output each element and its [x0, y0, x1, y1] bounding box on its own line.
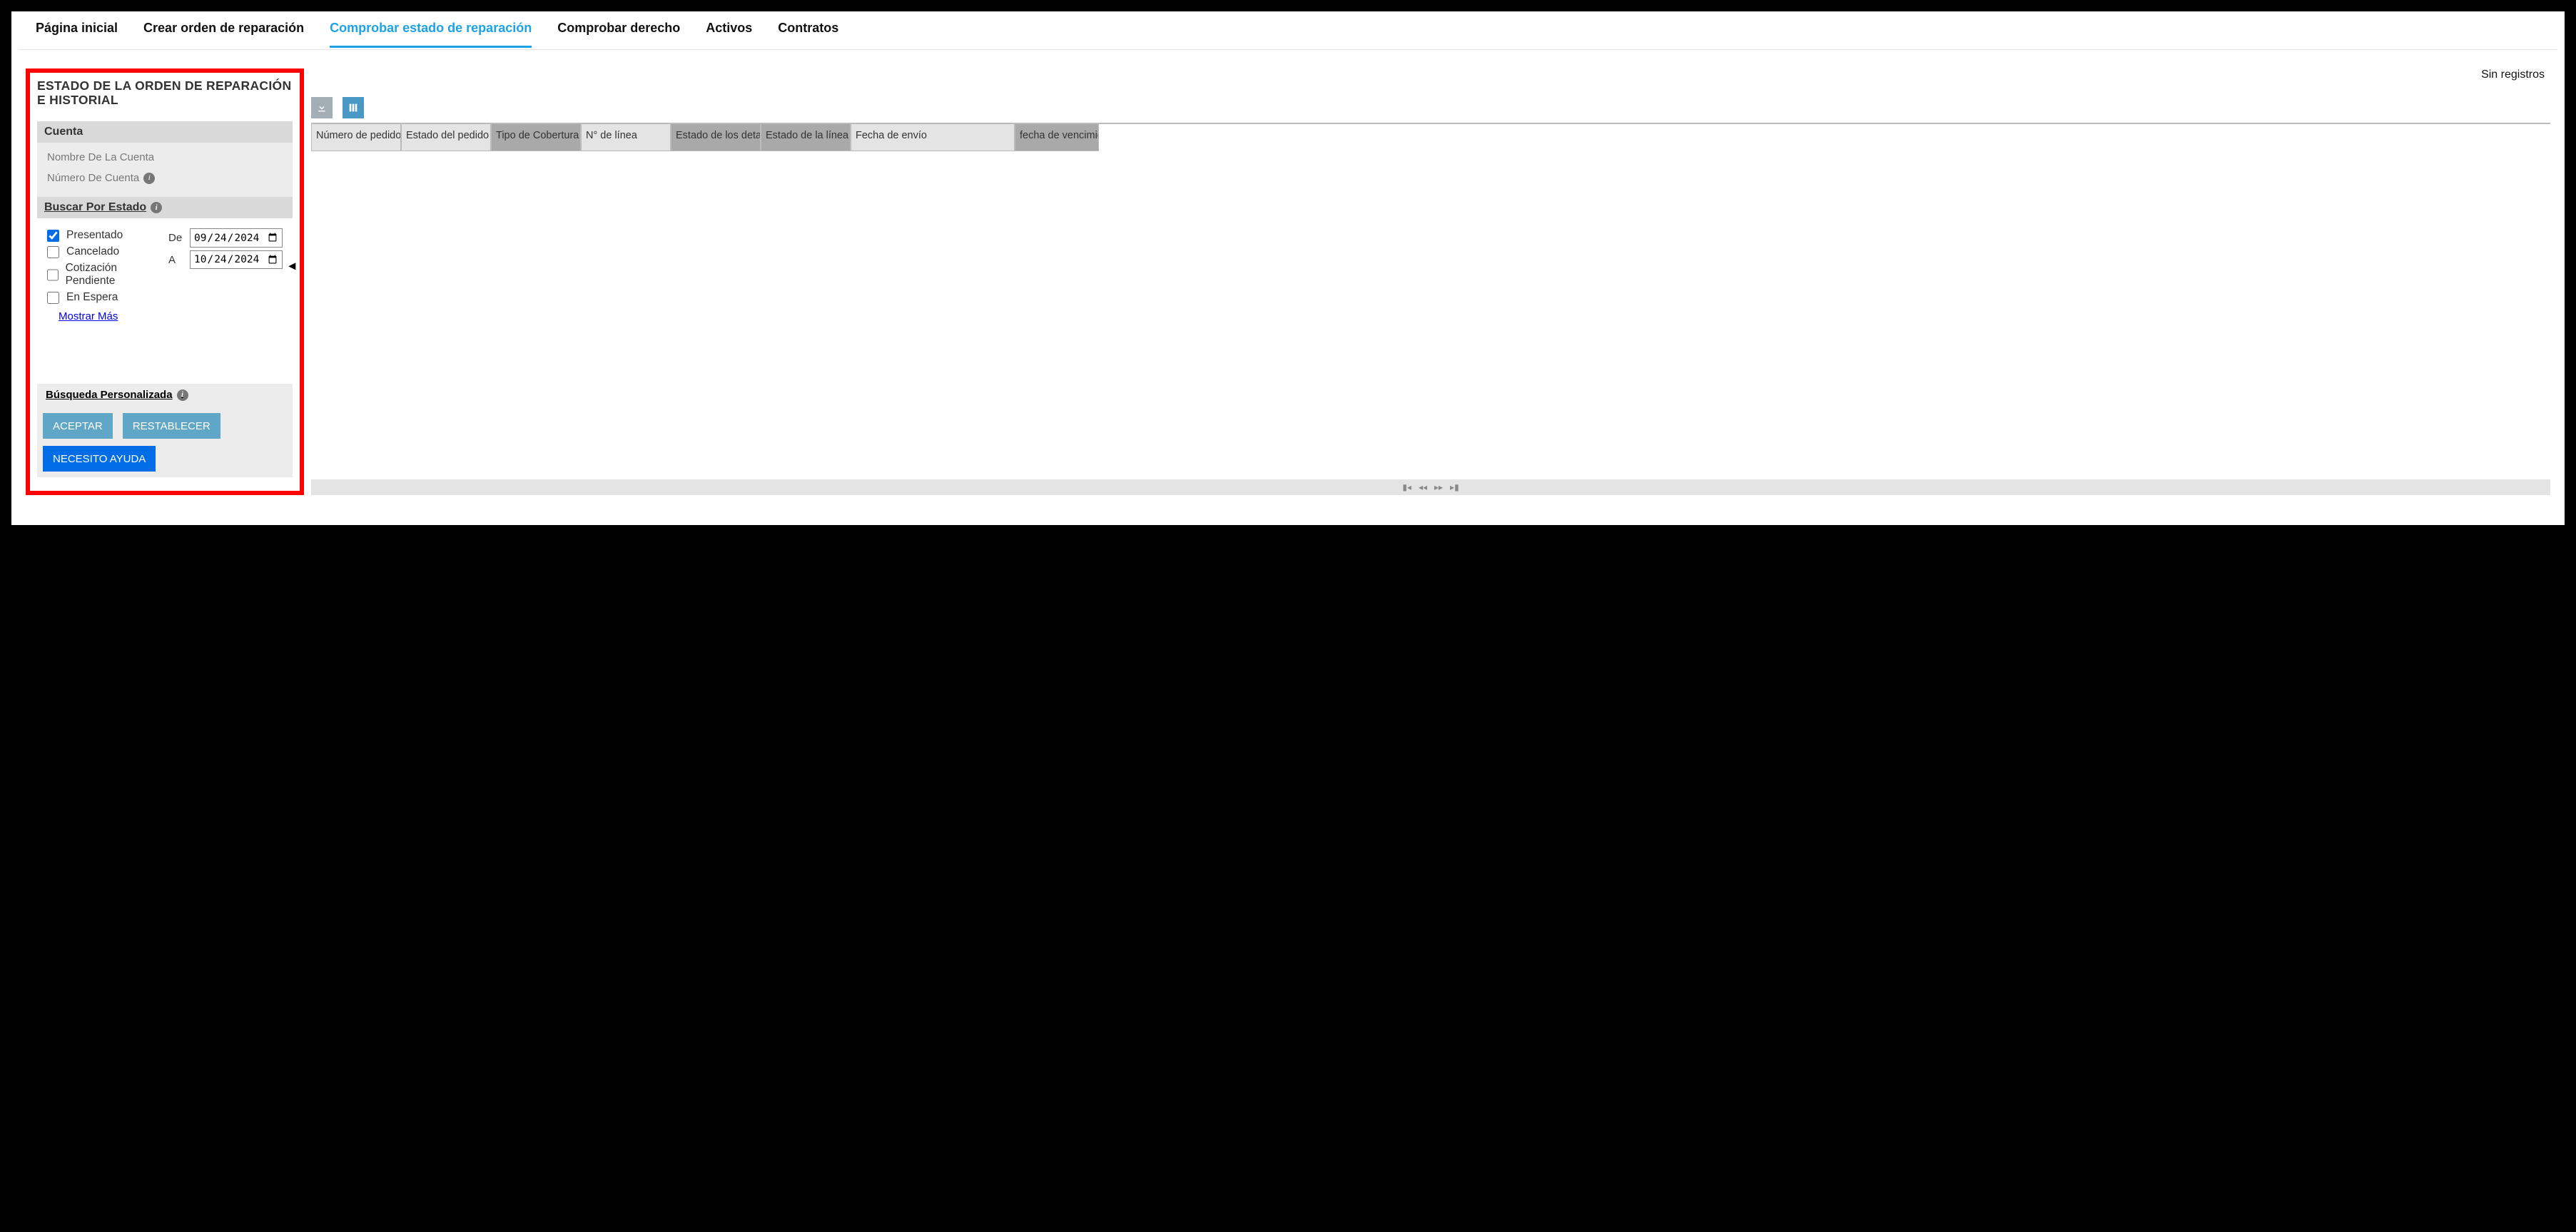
filter-hold-label: En Espera [66, 291, 118, 304]
pager-first-icon[interactable]: ▮◂ [1402, 482, 1411, 492]
tab-check-repair-status[interactable]: Comprobar estado de reparación [330, 21, 532, 48]
from-label: De [168, 232, 184, 244]
page: Página inicial Crear orden de reparación… [11, 11, 2565, 525]
custom-search-text: Búsqueda Personalizada [46, 389, 173, 401]
checkbox-column: Presentado Cancelado Cotización Pendient… [47, 225, 161, 322]
filter-pending-quote-label: Cotización Pendiente [66, 262, 161, 287]
account-name-text: Nombre De La Cuenta [47, 151, 154, 163]
filter-cancelled[interactable]: Cancelado [47, 245, 161, 258]
action-buttons: ACEPTAR RESTABLECER [37, 406, 293, 439]
pager-last-icon[interactable]: ▸▮ [1450, 482, 1459, 492]
filter-hold[interactable]: En Espera [47, 291, 161, 304]
filter-cancelled-label: Cancelado [66, 245, 119, 258]
account-name-label: Nombre De La Cuenta [46, 147, 284, 168]
filter-cancelled-checkbox[interactable] [47, 246, 59, 258]
grid-header-3[interactable]: N° de línea [581, 124, 671, 151]
grid: Número de pedidoEstado del pedidoTipo de… [311, 123, 2550, 495]
grid-body [311, 151, 2550, 479]
columns-button[interactable] [343, 97, 364, 118]
tab-assets[interactable]: Activos [706, 21, 752, 48]
help-button[interactable]: NECESITO AYUDA [43, 446, 156, 472]
date-column: De A [168, 225, 283, 322]
grid-header-1[interactable]: Estado del pedido [401, 124, 491, 151]
info-icon[interactable]: i [143, 173, 155, 184]
download-button[interactable] [311, 97, 333, 118]
reset-button[interactable]: RESTABLECER [123, 413, 220, 439]
tab-create-order[interactable]: Crear orden de reparación [143, 21, 304, 48]
sidebar-panel: ESTADO DE LA ORDEN DE REPARACIÓN E HISTO… [26, 68, 304, 495]
filter-pending-quote[interactable]: Cotización Pendiente [47, 262, 161, 287]
content-row: ESTADO DE LA ORDEN DE REPARACIÓN E HISTO… [19, 50, 2557, 495]
panel-title: ESTADO DE LA ORDEN DE REPARACIÓN E HISTO… [37, 78, 293, 107]
to-date-input[interactable] [190, 250, 283, 270]
show-more-link[interactable]: Mostrar Más [59, 310, 118, 322]
to-label: A [168, 254, 184, 266]
section-account-body: Nombre De La Cuenta Número De Cuenta i [37, 143, 293, 197]
grid-header-7[interactable]: fecha de vencimie [1015, 124, 1099, 151]
custom-search-header[interactable]: Búsqueda Personalizada i [37, 384, 293, 406]
accept-button[interactable]: ACEPTAR [43, 413, 113, 439]
pager-next-icon[interactable]: ▸▸ [1434, 482, 1443, 492]
info-icon[interactable]: i [151, 202, 162, 213]
account-number-text: Número De Cuenta [47, 172, 139, 184]
grid-header-4[interactable]: Estado de los detal [671, 124, 761, 151]
section-search-by-state-header[interactable]: Buscar Por Estado i [37, 197, 293, 218]
help-button-row: NECESITO AYUDA [37, 439, 293, 477]
right-area: Sin registros Número de pedidoEstado del… [311, 68, 2550, 495]
filter-pending-quote-checkbox[interactable] [47, 269, 59, 281]
grid-header-2[interactable]: Tipo de Cobertura [491, 124, 581, 151]
grid-header-row: Número de pedidoEstado del pedidoTipo de… [311, 124, 1099, 151]
grid-header-5[interactable]: Estado de la línea [761, 124, 851, 151]
tab-contracts[interactable]: Contratos [778, 21, 838, 48]
search-by-state-text: Buscar Por Estado [44, 201, 146, 214]
info-icon[interactable]: i [177, 390, 188, 401]
section-account-header-text: Cuenta [44, 126, 83, 138]
top-tabs: Página inicial Crear orden de reparación… [19, 11, 2557, 50]
account-number-label: Número De Cuenta i [46, 168, 284, 188]
grid-toolbar [311, 97, 2550, 118]
collapse-caret-icon[interactable]: ◂ [289, 258, 295, 273]
filter-hold-checkbox[interactable] [47, 292, 59, 304]
filter-submitted-checkbox[interactable] [47, 230, 59, 242]
filter-area: ◂ Presentado Cancelado Coti [37, 218, 293, 331]
grid-header-6[interactable]: Fecha de envío [851, 124, 1015, 151]
section-account-header: Cuenta [37, 121, 293, 143]
grid-header-0[interactable]: Número de pedido [311, 124, 401, 151]
tab-check-right[interactable]: Comprobar derecho [557, 21, 680, 48]
download-icon [316, 102, 328, 113]
no-records-label: Sin registros [311, 68, 2550, 84]
columns-icon [348, 102, 359, 113]
from-date-input[interactable] [190, 228, 283, 248]
grid-pager: ▮◂ ◂◂ ▸▸ ▸▮ [311, 479, 2550, 495]
pager-prev-icon[interactable]: ◂◂ [1419, 482, 1427, 492]
filter-submitted-label: Presentado [66, 229, 123, 242]
tab-home[interactable]: Página inicial [36, 21, 118, 48]
filter-submitted[interactable]: Presentado [47, 229, 161, 242]
